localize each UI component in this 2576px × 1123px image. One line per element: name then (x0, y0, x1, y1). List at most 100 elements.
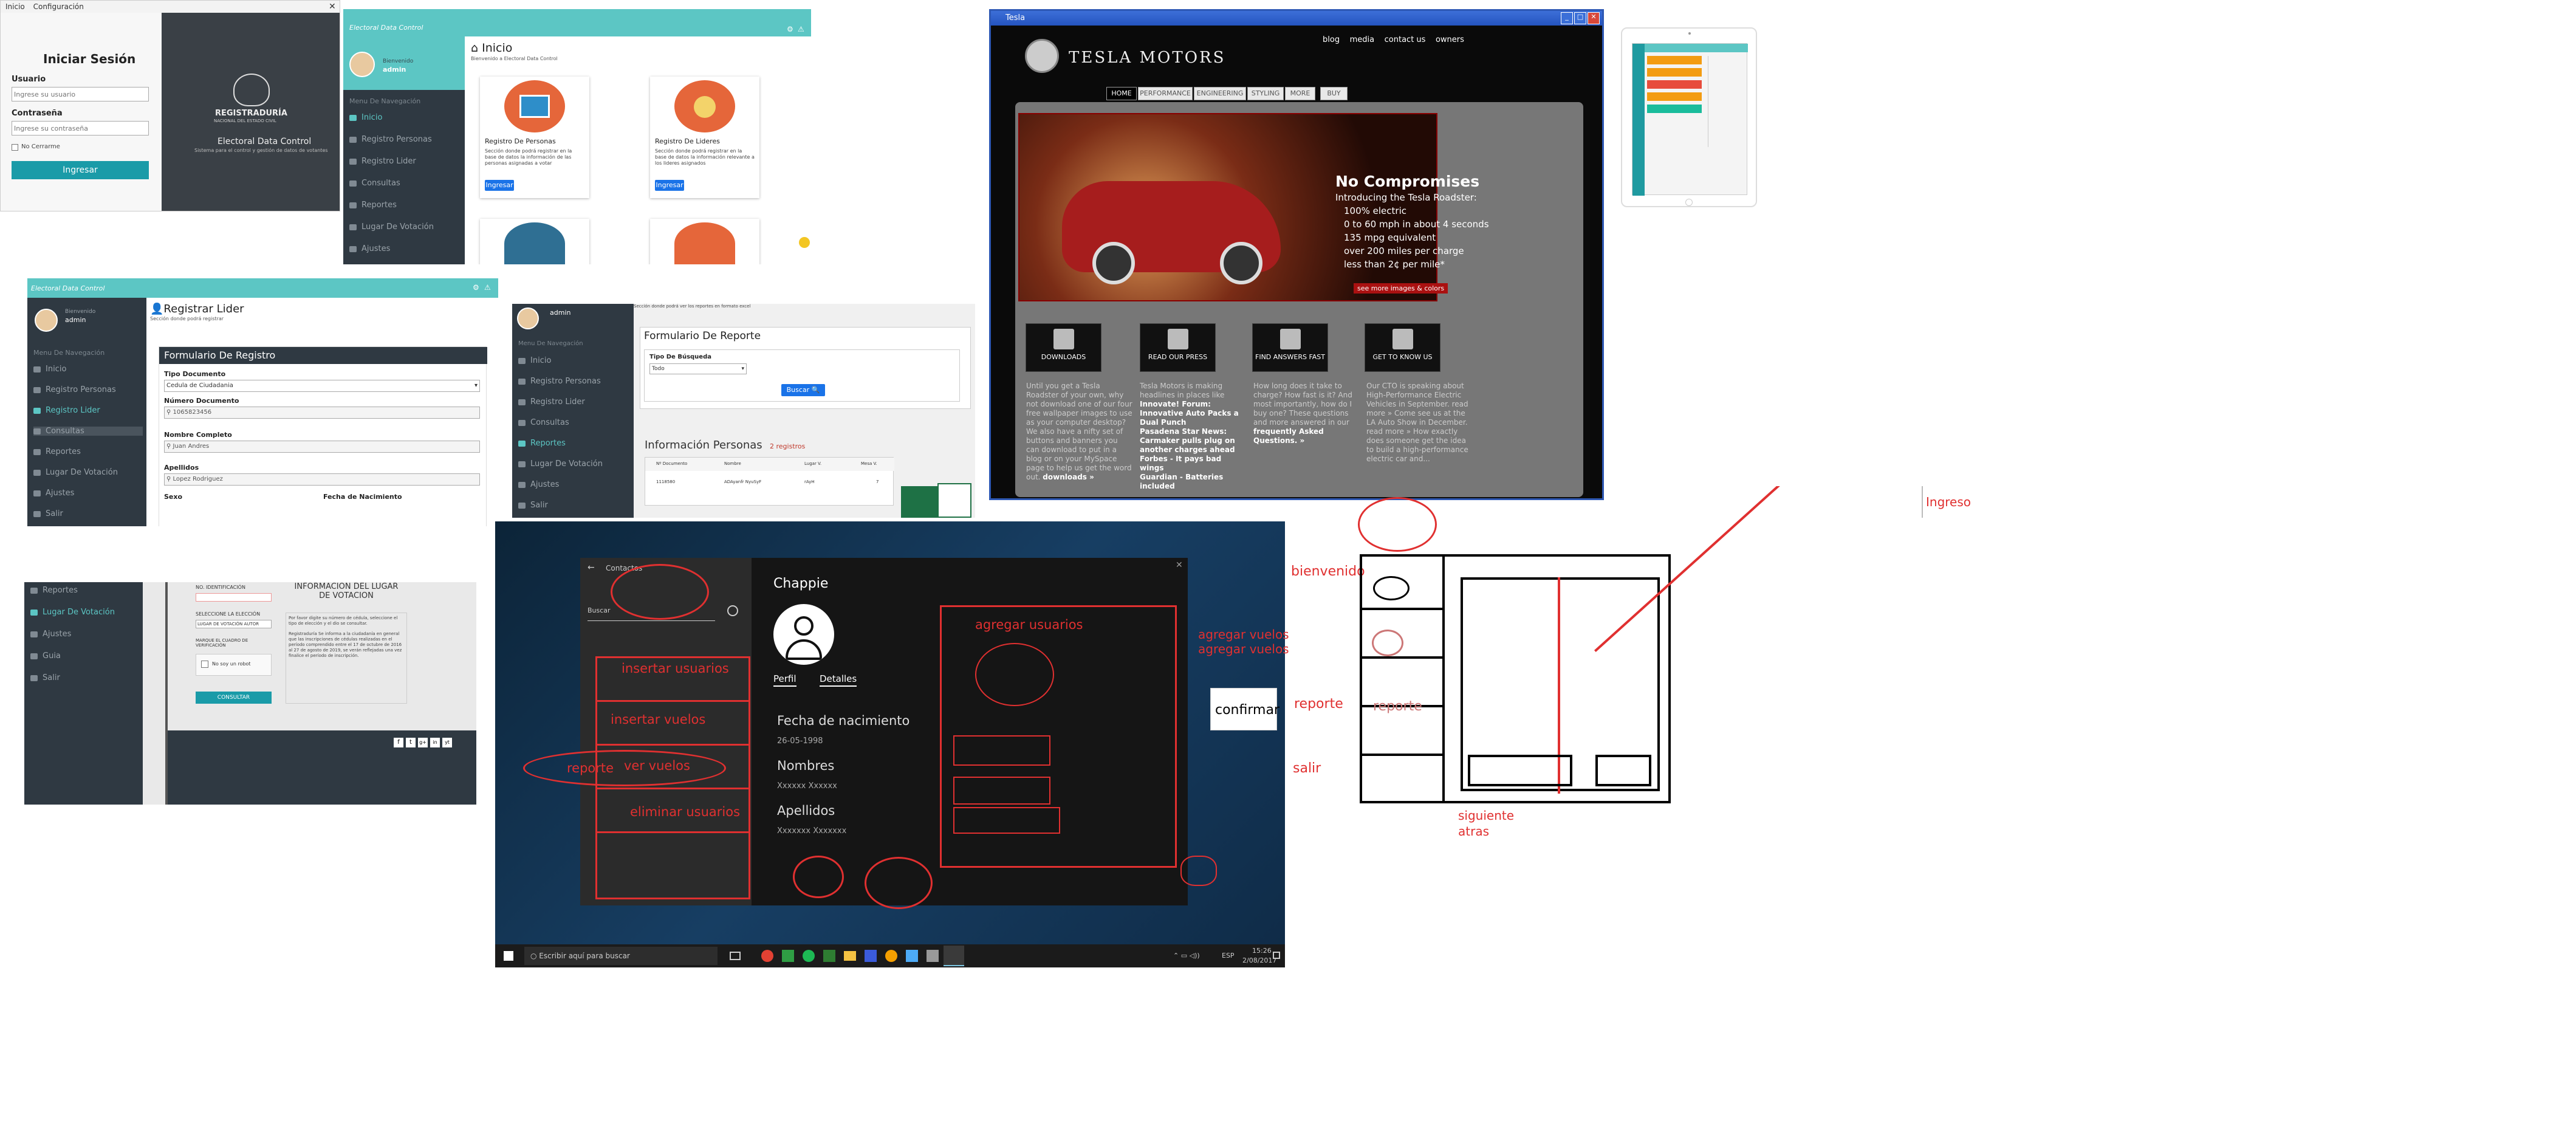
sidebar-item-registro-lider[interactable]: Registro Lider (33, 406, 100, 415)
menu-configuracion[interactable]: Configuración (33, 2, 84, 11)
warning-icon[interactable]: ⚠ (484, 283, 491, 292)
nav-engineering[interactable]: ENGINEERING (1194, 87, 1246, 100)
tile-know-us[interactable]: GET TO KNOW US (1365, 323, 1440, 372)
robot-checkbox[interactable] (201, 661, 208, 668)
faq-link[interactable]: frequently Asked Questions. » (1253, 427, 1324, 445)
tile-answers[interactable]: FIND ANSWERS FAST (1252, 323, 1328, 372)
close-icon[interactable]: ✕ (329, 2, 336, 12)
consultar-button[interactable]: CONSULTAR (196, 692, 272, 704)
sidebar-item-lugar[interactable]: Lugar De Votación (349, 222, 434, 232)
nav-styling[interactable]: STYLING (1247, 87, 1284, 100)
sidebar-item-reportes[interactable]: Reportes (518, 439, 566, 448)
sidebar-item-ajustes[interactable]: Ajustes (30, 630, 71, 639)
election-select[interactable]: LUGAR DE VOTACIÓN AUTOR (196, 620, 272, 628)
language-indicator[interactable]: ESP (1222, 952, 1235, 960)
sidebar-item-lugar[interactable]: Lugar De Votación (33, 468, 118, 477)
minimize-button[interactable]: _ (1561, 12, 1573, 24)
clock-time[interactable]: 15:26 (1252, 947, 1272, 955)
chrome-icon[interactable] (761, 950, 773, 962)
press-item[interactable]: Innovate! Forum: Innovative Auto Packs a… (1140, 400, 1246, 427)
warning-icon[interactable]: ⚠ (798, 25, 804, 33)
tab-detalles[interactable]: Detalles (820, 673, 857, 687)
lastname-input[interactable]: ⚲ Lopez Rodriguez (164, 473, 480, 486)
sidebar-item-lugar[interactable]: Lugar De Votación (518, 459, 603, 469)
sidebar-item-consultas[interactable]: Consultas (518, 418, 569, 427)
linkedin-icon[interactable]: in (430, 738, 440, 747)
clock-date[interactable]: 2/08/2017 (1242, 956, 1276, 964)
id-input[interactable] (196, 593, 272, 602)
gear-icon[interactable]: ⚙ (473, 283, 479, 292)
nav-more[interactable]: MORE (1285, 87, 1315, 100)
sidebar-item-registro-lider[interactable]: Registro Lider (518, 397, 585, 407)
remember-checkbox[interactable] (12, 144, 18, 151)
sidebar-item-registro-personas[interactable]: Registro Personas (349, 135, 432, 144)
password-input[interactable] (12, 121, 149, 136)
sidebar-item-salir[interactable]: Salir (30, 673, 60, 682)
tile-downloads[interactable]: DOWNLOADS (1026, 323, 1101, 372)
google-plus-icon[interactable]: g+ (418, 738, 428, 747)
folder-icon[interactable] (844, 951, 856, 961)
sidebar-item-reportes[interactable]: Reportes (349, 201, 397, 210)
windows-start-icon[interactable] (504, 951, 513, 961)
link-contact[interactable]: contact us (1385, 35, 1426, 44)
back-arrow-icon[interactable]: ← (587, 563, 595, 572)
see-more-link[interactable]: see more images & colors (1354, 283, 1448, 294)
search-type-select[interactable]: Todo ▾ (649, 363, 747, 374)
search-icon[interactable] (727, 605, 738, 616)
maximize-button[interactable]: □ (1574, 12, 1586, 24)
app-icon[interactable] (927, 950, 939, 962)
sidebar-item-ajustes[interactable]: Ajustes (349, 244, 390, 253)
buscar-button[interactable]: Buscar 🔍 (781, 384, 825, 396)
sidebar-item-guia[interactable]: Guia (30, 651, 61, 661)
sidebar-item-salir[interactable]: Salir (33, 509, 63, 518)
press-item[interactable]: Pasadena Star News: Carmaker pulls plug … (1140, 427, 1246, 455)
doc-type-select[interactable]: Cedula de Ciudadania ▾ (164, 380, 480, 392)
close-button[interactable]: ✕ (1588, 12, 1600, 24)
nav-buy[interactable]: BUY (1320, 87, 1348, 100)
sidebar-item-consultas[interactable]: Consultas (349, 179, 400, 188)
table-row[interactable]: 1118580 ADAyanfr NyuSyF rAyH 7 (645, 479, 894, 492)
link-owners[interactable]: owners (1436, 35, 1464, 44)
sidebar-item-inicio[interactable]: Inicio (518, 356, 551, 365)
sidebar-item-inicio[interactable]: Inicio (33, 365, 66, 374)
sidebar-item-ajustes[interactable]: Ajustes (518, 480, 559, 489)
card-ingresar-button[interactable]: Ingresar (485, 180, 514, 191)
spotify-icon[interactable] (803, 950, 815, 962)
card-ingresar-button[interactable]: Ingresar (655, 180, 684, 191)
sidebar-item-registro-personas[interactable]: Registro Personas (518, 377, 601, 386)
tab-perfil[interactable]: Perfil (773, 673, 796, 687)
app-icon[interactable] (865, 950, 877, 962)
downloads-link[interactable]: downloads » (1043, 473, 1094, 481)
name-input[interactable]: ⚲ Juan Andres (164, 441, 480, 453)
sidebar-item-salir[interactable]: Salir (518, 501, 548, 510)
taskview-icon[interactable] (730, 952, 741, 960)
app-icon[interactable] (906, 950, 918, 962)
sidebar-item-reportes[interactable]: Reportes (33, 447, 81, 456)
gear-icon[interactable]: ⚙ (787, 25, 793, 33)
press-item[interactable]: Forbes - It pays bad wings (1140, 455, 1246, 473)
sidebar-item-ajustes[interactable]: Ajustes (33, 489, 74, 498)
notification-icon[interactable] (1273, 952, 1280, 959)
doc-number-input[interactable]: ⚲ 1065823456 (164, 407, 480, 419)
link-media[interactable]: media (1350, 35, 1375, 44)
tile-press[interactable]: READ OUR PRESS (1140, 323, 1216, 372)
sidebar-item-inicio[interactable]: Inicio (349, 113, 382, 122)
sidebar-item-registro-lider[interactable]: Registro Lider (349, 157, 416, 166)
tray-icons[interactable]: ⌃ ▭ ◁)) (1173, 952, 1200, 960)
app-icon[interactable] (823, 950, 835, 962)
user-input[interactable] (12, 87, 149, 101)
active-app-icon[interactable] (944, 946, 964, 966)
nav-performance[interactable]: PERFORMANCE (1138, 87, 1193, 100)
nav-home[interactable]: HOME (1106, 87, 1137, 100)
close-icon[interactable]: ✕ (1176, 560, 1183, 570)
sidebar-item-consultas[interactable]: Consultas (33, 427, 143, 436)
sidebar-item-lugar[interactable]: Lugar De Votación (30, 608, 115, 617)
link-blog[interactable]: blog (1323, 35, 1340, 44)
menu-inicio[interactable]: Inicio (5, 2, 25, 11)
sidebar-item-reportes[interactable]: Reportes (30, 586, 78, 595)
sidebar-item-registro-personas[interactable]: Registro Personas (33, 385, 116, 394)
app-icon[interactable] (782, 950, 794, 962)
facebook-icon[interactable]: f (394, 738, 403, 747)
login-submit-button[interactable]: Ingresar (12, 161, 149, 179)
twitter-icon[interactable]: t (406, 738, 416, 747)
